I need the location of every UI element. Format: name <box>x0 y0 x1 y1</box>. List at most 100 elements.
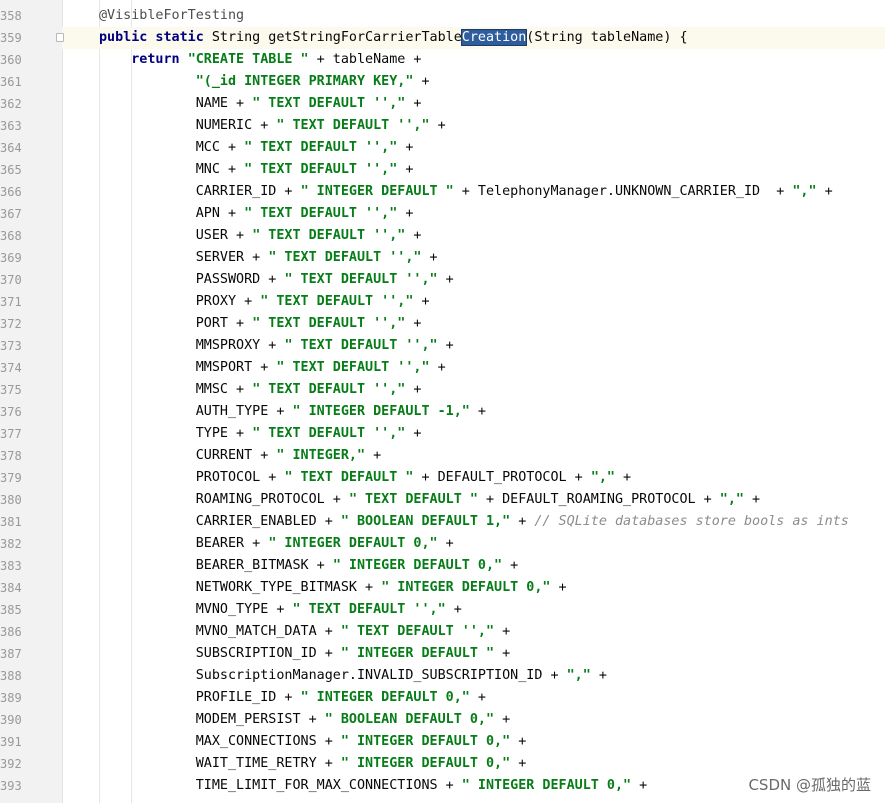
string-literal: " INTEGER DEFAULT -1," <box>292 404 470 419</box>
string-literal: " TEXT DEFAULT ''," <box>284 338 438 353</box>
code-text[interactable]: MVNO_TYPE + " TEXT DEFAULT ''," + <box>99 599 462 621</box>
code-text[interactable]: MVNO_MATCH_DATA + " TEXT DEFAULT ''," + <box>99 621 510 643</box>
code-text[interactable]: public static String getStringForCarrier… <box>99 27 688 49</box>
code-text[interactable]: PASSWORD + " TEXT DEFAULT ''," + <box>99 269 454 291</box>
string-literal: "CREATE TABLE " <box>187 52 309 67</box>
code-line[interactable]: 367 APN + " TEXT DEFAULT ''," + <box>0 203 885 225</box>
code-line[interactable]: 391 MAX_CONNECTIONS + " INTEGER DEFAULT … <box>0 731 885 753</box>
fold-marker-icon[interactable] <box>56 33 64 42</box>
code-line[interactable]: 388 SubscriptionManager.INVALID_SUBSCRIP… <box>0 665 885 687</box>
code-text[interactable]: AUTH_TYPE + " INTEGER DEFAULT -1," + <box>99 401 486 423</box>
code-line[interactable]: 374 MMSPORT + " TEXT DEFAULT ''," + <box>0 357 885 379</box>
code-text[interactable]: WAIT_TIME_RETRY + " INTEGER DEFAULT 0," … <box>99 753 527 775</box>
code-line[interactable]: 366 CARRIER_ID + " INTEGER DEFAULT " + T… <box>0 181 885 203</box>
code-line[interactable]: 376 AUTH_TYPE + " INTEGER DEFAULT -1," + <box>0 401 885 423</box>
code-line[interactable]: 392 WAIT_TIME_RETRY + " INTEGER DEFAULT … <box>0 753 885 775</box>
code-text[interactable]: USER + " TEXT DEFAULT ''," + <box>99 225 422 247</box>
string-literal: " TEXT DEFAULT ''," <box>252 382 406 397</box>
code-token: + <box>429 118 446 133</box>
code-text[interactable]: SUBSCRIPTION_ID + " INTEGER DEFAULT " + <box>99 643 510 665</box>
code-line[interactable]: 380 ROAMING_PROTOCOL + " TEXT DEFAULT " … <box>0 489 885 511</box>
string-literal: " INTEGER DEFAULT 0," <box>340 756 511 771</box>
code-token: + <box>510 514 535 529</box>
code-text[interactable]: PROFILE_ID + " INTEGER DEFAULT 0," + <box>99 687 486 709</box>
line-number: 372 <box>0 317 22 331</box>
code-text[interactable]: PROTOCOL + " TEXT DEFAULT " + DEFAULT_PR… <box>99 467 631 489</box>
code-line[interactable]: 373 MMSPROXY + " TEXT DEFAULT ''," + <box>0 335 885 357</box>
code-line[interactable]: 369 SERVER + " TEXT DEFAULT ''," + <box>0 247 885 269</box>
code-line[interactable]: 389 PROFILE_ID + " INTEGER DEFAULT 0," + <box>0 687 885 709</box>
code-text[interactable]: NUMERIC + " TEXT DEFAULT ''," + <box>99 115 446 137</box>
code-text[interactable]: CURRENT + " INTEGER," + <box>99 445 381 467</box>
code-line[interactable]: 365 MNC + " TEXT DEFAULT ''," + <box>0 159 885 181</box>
code-line[interactable]: 390 MODEM_PERSIST + " BOOLEAN DEFAULT 0,… <box>0 709 885 731</box>
code-token: + <box>405 96 422 111</box>
code-line[interactable]: 372 PORT + " TEXT DEFAULT ''," + <box>0 313 885 335</box>
code-text[interactable]: MNC + " TEXT DEFAULT ''," + <box>99 159 414 181</box>
code-line[interactable]: 360 return "CREATE TABLE " + tableName + <box>0 49 885 71</box>
line-number-cell: 392 <box>0 753 62 775</box>
line-number: 371 <box>0 295 22 309</box>
code-text[interactable]: MMSPORT + " TEXT DEFAULT ''," + <box>99 357 446 379</box>
code-line[interactable]: 361 "(_id INTEGER PRIMARY KEY," + <box>0 71 885 93</box>
line-number-cell: 393 <box>0 775 62 797</box>
code-line[interactable]: 375 MMSC + " TEXT DEFAULT ''," + <box>0 379 885 401</box>
code-text[interactable]: ROAMING_PROTOCOL + " TEXT DEFAULT " + DE… <box>99 489 760 511</box>
code-text[interactable]: @VisibleForTesting <box>99 5 244 27</box>
code-line[interactable]: 377 TYPE + " TEXT DEFAULT ''," + <box>0 423 885 445</box>
code-text[interactable]: NETWORK_TYPE_BITMASK + " INTEGER DEFAULT… <box>99 577 567 599</box>
string-literal: " TEXT DEFAULT ''," <box>252 426 406 441</box>
code-text[interactable]: MAX_CONNECTIONS + " INTEGER DEFAULT 0," … <box>99 731 527 753</box>
code-line[interactable]: 368 USER + " TEXT DEFAULT ''," + <box>0 225 885 247</box>
code-text[interactable]: MMSPROXY + " TEXT DEFAULT ''," + <box>99 335 454 357</box>
code-line[interactable]: 359 public static String getStringForCarr… <box>0 27 885 49</box>
code-line[interactable]: 378 CURRENT + " INTEGER," + <box>0 445 885 467</box>
line-number: 391 <box>0 735 22 749</box>
code-text[interactable]: PORT + " TEXT DEFAULT ''," + <box>99 313 422 335</box>
code-text[interactable]: MCC + " TEXT DEFAULT ''," + <box>99 137 414 159</box>
code-line[interactable]: 364 MCC + " TEXT DEFAULT ''," + <box>0 137 885 159</box>
line-number: 378 <box>0 449 22 463</box>
code-token: + <box>502 558 519 573</box>
code-text[interactable]: BEARER + " INTEGER DEFAULT 0," + <box>99 533 454 555</box>
code-text[interactable]: BEARER_BITMASK + " INTEGER DEFAULT 0," + <box>99 555 519 577</box>
code-text[interactable]: APN + " TEXT DEFAULT ''," + <box>99 203 414 225</box>
code-line[interactable]: 385 MVNO_TYPE + " TEXT DEFAULT ''," + <box>0 599 885 621</box>
code-text[interactable]: PROXY + " TEXT DEFAULT ''," + <box>99 291 430 313</box>
code-text[interactable]: TIME_LIMIT_FOR_MAX_CONNECTIONS + " INTEG… <box>99 775 647 797</box>
code-token: + <box>397 206 414 221</box>
code-text[interactable]: MMSC + " TEXT DEFAULT ''," + <box>99 379 422 401</box>
line-number-cell: 369 <box>0 247 62 269</box>
code-line[interactable]: 387 SUBSCRIPTION_ID + " INTEGER DEFAULT … <box>0 643 885 665</box>
code-text[interactable]: NAME + " TEXT DEFAULT ''," + <box>99 93 422 115</box>
line-number: 374 <box>0 361 22 375</box>
line-number: 388 <box>0 669 22 683</box>
code-text[interactable]: CARRIER_ID + " INTEGER DEFAULT " + Telep… <box>99 181 833 203</box>
code-token: + TelephonyManager.UNKNOWN_CARRIER_ID + <box>453 184 793 199</box>
code-line[interactable]: 386 MVNO_MATCH_DATA + " TEXT DEFAULT '',… <box>0 621 885 643</box>
code-line[interactable]: 370 PASSWORD + " TEXT DEFAULT ''," + <box>0 269 885 291</box>
code-token: MMSC + <box>195 382 253 397</box>
code-text[interactable]: SubscriptionManager.INVALID_SUBSCRIPTION… <box>99 665 607 687</box>
code-line[interactable]: 384 NETWORK_TYPE_BITMASK + " INTEGER DEF… <box>0 577 885 599</box>
code-editor[interactable]: 358 @VisibleForTesting 359 public static St… <box>0 5 885 797</box>
code-line[interactable]: 371 PROXY + " TEXT DEFAULT ''," + <box>0 291 885 313</box>
code-line[interactable]: 383 BEARER_BITMASK + " INTEGER DEFAULT 0… <box>0 555 885 577</box>
code-text[interactable]: CARRIER_ENABLED + " BOOLEAN DEFAULT 1," … <box>99 511 849 533</box>
code-line[interactable]: 379 PROTOCOL + " TEXT DEFAULT " + DEFAUL… <box>0 467 885 489</box>
code-text[interactable]: "(_id INTEGER PRIMARY KEY," + <box>99 71 430 93</box>
code-line[interactable]: 358 @VisibleForTesting <box>0 5 885 27</box>
code-text[interactable]: SERVER + " TEXT DEFAULT ''," + <box>99 247 438 269</box>
code-line[interactable]: 362 NAME + " TEXT DEFAULT ''," + <box>0 93 885 115</box>
code-line[interactable]: 381 CARRIER_ENABLED + " BOOLEAN DEFAULT … <box>0 511 885 533</box>
code-line[interactable]: 363 NUMERIC + " TEXT DEFAULT ''," + <box>0 115 885 137</box>
code-text[interactable]: TYPE + " TEXT DEFAULT ''," + <box>99 423 422 445</box>
code-text[interactable]: return "CREATE TABLE " + tableName + <box>99 49 421 71</box>
code-line[interactable]: 382 BEARER + " INTEGER DEFAULT 0," + <box>0 533 885 555</box>
code-text[interactable]: MODEM_PERSIST + " BOOLEAN DEFAULT 0," + <box>99 709 510 731</box>
